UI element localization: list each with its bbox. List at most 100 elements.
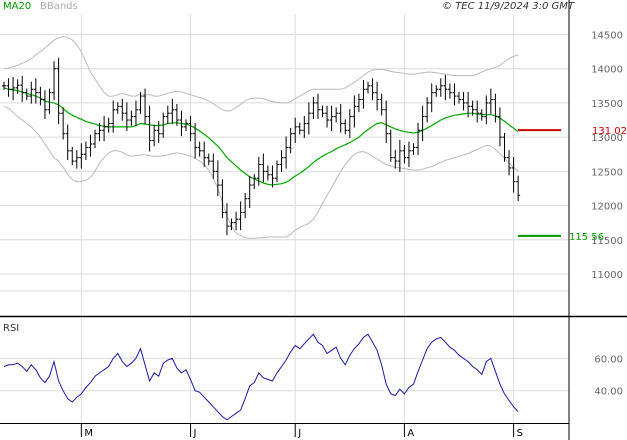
ohlc-bar	[457, 91, 461, 104]
ohlc-bar	[447, 83, 452, 99]
ohlc-bar	[284, 136, 289, 169]
ohlc-bar	[511, 156, 516, 193]
ohlc-bar	[393, 150, 398, 169]
ohlc-bar	[334, 107, 339, 123]
ohlc-bar	[416, 122, 421, 155]
ohlc-bar	[325, 105, 330, 128]
price-tick-label: 12000	[591, 202, 623, 213]
ohlc-bar	[74, 150, 79, 169]
ohlc-bar	[375, 81, 380, 111]
ohlc-bar	[452, 83, 457, 106]
ohlc-bar	[247, 175, 252, 208]
ohlc-bar	[52, 61, 57, 101]
ohlc-bar	[133, 100, 138, 126]
ohlc-bar	[120, 98, 125, 121]
ohlc-bar	[261, 153, 266, 183]
ohlc-bar	[493, 93, 498, 123]
x-tick-label: S	[517, 428, 523, 439]
ohlc-bar	[302, 115, 307, 138]
ohlc-bar	[484, 95, 489, 125]
price-tick-label: 12500	[591, 167, 623, 178]
ohlc-bar	[320, 105, 325, 118]
ohlc-bar	[361, 80, 366, 109]
ohlc-bar	[488, 88, 493, 114]
ohlc-bar	[434, 85, 439, 97]
ohlc-bar	[329, 105, 334, 131]
chart: 131 02115 56 110001150012000125001300013…	[0, 0, 627, 440]
x-tick-label: A	[407, 428, 414, 439]
ohlc-bar	[61, 107, 66, 140]
ohlc-bar	[206, 153, 211, 166]
rsi-tick-label: 60.00	[594, 354, 623, 365]
ohlc-bar	[252, 174, 257, 190]
ohlc-bar	[143, 88, 148, 125]
ohlc-bar	[152, 124, 157, 147]
ohlc-bar	[65, 124, 70, 161]
price-axis-labels: 11000 11500 12000 12500 13000 13500 14000 14500	[591, 31, 623, 281]
rsi-tick-label: 40.00	[594, 387, 623, 398]
x-tick-label: J	[193, 428, 197, 439]
ohlc-bar	[461, 91, 466, 111]
ohlc-bar	[29, 81, 34, 104]
ohlc-bar	[338, 103, 343, 133]
rsi-axis-labels: 40.00 60.00	[594, 354, 623, 397]
ohlc-bars	[2, 57, 521, 236]
rsi-title: RSI	[3, 323, 19, 334]
ohlc-bar	[279, 150, 284, 173]
ohlc-bar	[425, 97, 430, 123]
ohlc-bar	[129, 110, 134, 126]
ohlc-bar	[406, 141, 411, 167]
price-tick-label: 14500	[591, 31, 623, 42]
price-tick-label: 11000	[591, 270, 623, 281]
price-grid	[0, 14, 569, 315]
ohlc-bar	[6, 78, 11, 97]
ohlc-bar	[193, 122, 198, 159]
x-axis-labels: MJJAS	[80, 424, 523, 439]
ohlc-bar	[83, 141, 88, 161]
ohlc-bar	[443, 74, 448, 101]
ohlc-bar	[184, 119, 188, 131]
ohlc-bar	[293, 117, 298, 143]
ohlc-bar	[516, 175, 521, 202]
ohlc-bar	[11, 76, 16, 101]
ohlc-bar	[429, 83, 434, 113]
price-tick-label: 11500	[591, 236, 623, 247]
ohlc-bar	[33, 78, 38, 104]
ohlc-bar	[234, 211, 239, 231]
ohlc-bar	[215, 160, 220, 196]
ohlc-bar	[165, 105, 170, 125]
ohlc-bar	[388, 129, 393, 162]
ohlc-bar	[147, 105, 152, 152]
x-tick-label: M	[84, 428, 93, 439]
ohlc-bar	[311, 97, 316, 120]
legend-ma20: MA20	[3, 1, 31, 12]
ohlc-bar	[288, 127, 293, 154]
ohlc-bar	[106, 117, 111, 133]
ohlc-bar	[438, 78, 443, 97]
ohlc-bar	[297, 122, 302, 135]
ohlc-bar	[197, 141, 202, 157]
ohlc-bar	[402, 145, 407, 164]
ohlc-bar	[20, 75, 25, 102]
ohlc-bar	[156, 121, 161, 143]
ohlc-bar	[497, 107, 502, 147]
ohlc-bar	[379, 93, 384, 116]
ohlc-bar	[93, 129, 97, 149]
ohlc-bar	[370, 78, 375, 101]
ohlc-bar	[115, 102, 120, 114]
ohlc-bar	[420, 105, 425, 142]
x-tick-label: J	[297, 428, 301, 439]
legend-bbands: BBands	[40, 1, 78, 12]
ohlc-bar	[270, 165, 275, 188]
ohlc-bar	[384, 100, 389, 143]
ohlc-bar	[347, 109, 352, 138]
ohlc-bar	[56, 57, 61, 125]
ohlc-bar	[352, 95, 357, 128]
ohlc-bar	[42, 90, 47, 120]
ohlc-bar	[79, 143, 84, 169]
copyright-text: © TEC 11/9/2024 3:0 GMT	[442, 1, 575, 12]
ohlc-bar	[475, 100, 480, 123]
chart-frame	[0, 0, 627, 440]
price-tick-label: 13000	[591, 133, 623, 144]
ohlc-bar	[111, 100, 116, 133]
